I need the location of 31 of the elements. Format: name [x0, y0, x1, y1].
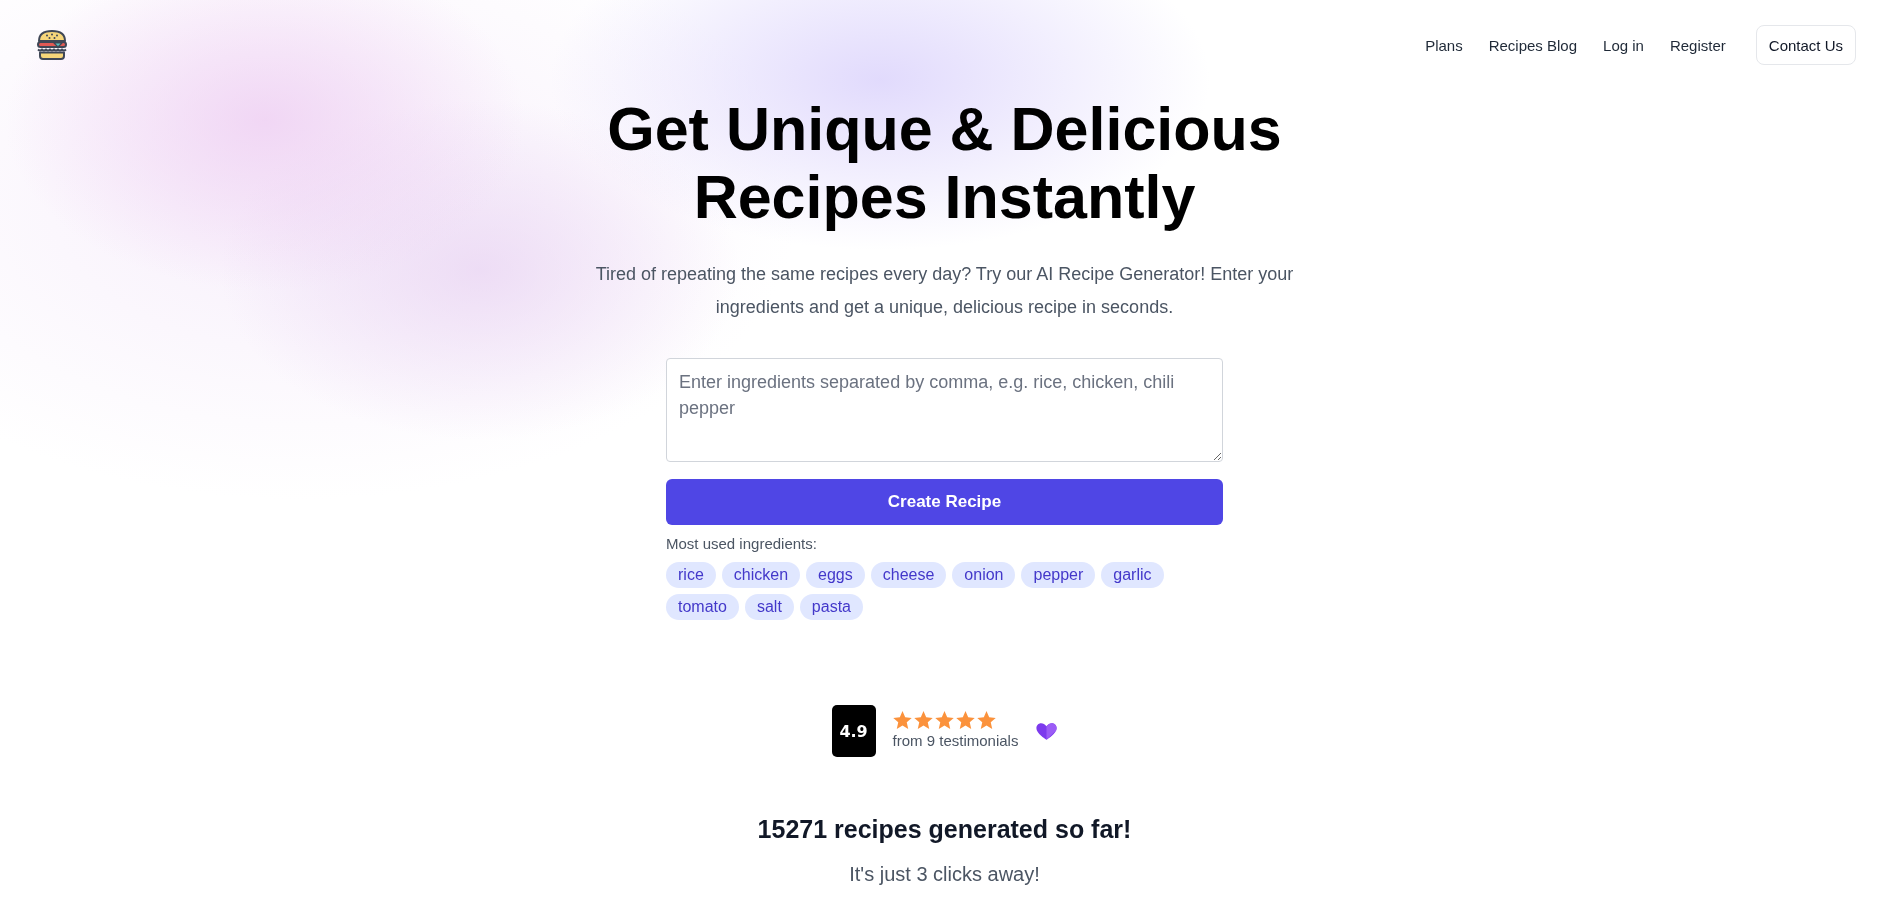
contact-button[interactable]: Contact Us [1755, 25, 1856, 65]
nav-link[interactable]: Recipes Blog [1488, 36, 1578, 54]
ingredients-field[interactable]: Enter ingredients separated by comma, e.g. rice, chicken, chili pepper [666, 358, 1223, 462]
star-icon [976, 711, 996, 729]
star-icon [913, 711, 933, 729]
create-recipe-button[interactable]: Create Recipe [666, 479, 1223, 525]
star-icon [892, 711, 912, 729]
stats-headline: 15271 recipes generated so far! [757, 814, 1132, 845]
star-icon [934, 711, 954, 729]
ingredient-tag[interactable]: onion [952, 562, 1016, 588]
ingredient-tag[interactable]: tomato [666, 594, 739, 620]
burger-icon[interactable] [35, 28, 69, 62]
ingredient-tag[interactable]: pepper [1021, 562, 1096, 588]
ingredient-tag[interactable]: garlic [1101, 562, 1164, 588]
nav-link[interactable]: Log in [1603, 36, 1644, 54]
suggestions-label: Most used ingredients: [666, 534, 817, 554]
ingredient-tag[interactable]: rice [666, 562, 716, 588]
nav-link[interactable]: Plans [1425, 36, 1463, 54]
hero-subtitle: Tired of repeating the same recipes every day? Try our AI Recipe Generator! Enter your ingredients and get a unique, delicious recipe in seconds. [594, 263, 1295, 319]
ingredient-tag[interactable]: cheese [870, 562, 947, 588]
heart-icon [1036, 722, 1058, 740]
rating-caption: from 9 testimonials [892, 731, 1019, 751]
ingredient-tag[interactable]: salt [744, 594, 794, 620]
ingredient-tag[interactable]: chicken [721, 562, 801, 588]
ingredient-tag[interactable]: pasta [799, 594, 863, 620]
rating-score-badge: 4.9 [831, 705, 876, 757]
nav-link[interactable]: Register [1669, 36, 1726, 54]
star-icon [955, 711, 975, 729]
stats-tagline: It's just 3 clicks away! [849, 862, 1040, 887]
ingredient-tag[interactable]: eggs [806, 562, 865, 588]
hero-title: Get Unique & Delicious Recipes Instantly [606, 95, 1283, 231]
